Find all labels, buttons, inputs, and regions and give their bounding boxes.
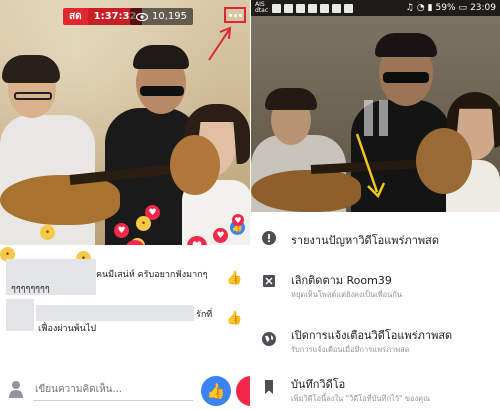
options-menu: รายงานปัญหาวิดีโอแพร่ภาพสด เลิกติดตาม Ro… — [251, 212, 500, 410]
options-screen: AIS dtac ♫ ◔ ▮ 59% ▭ 23:09 รายงานปัญหาวิ… — [251, 0, 500, 410]
reaction-wow-icon: • — [136, 216, 151, 231]
menu-item-unfollow[interactable]: เลิกติดตาม Room39 หยุดเห็นโพสต์แต่ยังคงเ… — [251, 262, 500, 310]
comment-composer: 👍 — [0, 370, 250, 410]
menu-item-save-video[interactable]: บันทึกวิดีโอ เพิ่มวิดีโอนี้ลงใน "วิดีโอท… — [251, 362, 500, 410]
menu-item-title: เลิกติดตาม Room39 — [291, 274, 392, 287]
paused-video-player[interactable]: AIS dtac ♫ ◔ ▮ 59% ▭ 23:09 — [251, 0, 500, 212]
comment-item: คนมีเสน่ห์ ครับอยากฟังมากๆ ๆๆๆๆๆๆๆๆ 👍 — [6, 259, 246, 299]
live-video-player[interactable]: สด 1:37:32 10,195 ♥ • ♥ • ♥ • ♥ ♥ 👍 ♥ — [0, 0, 250, 255]
facebook-notification-icon — [332, 3, 341, 13]
love-reaction-button[interactable] — [236, 376, 250, 406]
menu-item-live-notifications[interactable]: เปิดการแจ้งเตือนวิดีโอแพร่ภาพสด รับการแจ… — [251, 312, 500, 360]
redacted-comment-text — [36, 305, 194, 321]
live-label: สด — [69, 11, 82, 22]
facebook-notification-icon — [308, 3, 317, 13]
like-reaction-button[interactable]: 👍 — [201, 376, 231, 406]
clock: 23:09 — [470, 3, 496, 13]
reaction-heart-icon: ♥ — [232, 214, 244, 226]
facebook-notification-icon — [344, 3, 353, 13]
bookmark-icon — [265, 380, 273, 394]
globe-icon — [262, 332, 276, 346]
facebook-notification-icon — [320, 3, 329, 13]
battery-level: 59% — [435, 3, 456, 13]
notification-icon — [272, 3, 281, 13]
person-icon — [9, 381, 23, 398]
facebook-notification-icon — [284, 3, 293, 13]
more-dots-icon — [228, 13, 232, 17]
signal-icon: ▮ — [427, 3, 433, 13]
menu-item-title: เปิดการแจ้งเตือนวิดีโอแพร่ภาพสด — [291, 329, 453, 342]
comment-input[interactable] — [33, 379, 193, 401]
menu-item-subtitle: รับการแจ้งเตือนเมื่อมีการแพร่ภาพสด — [291, 345, 410, 354]
thumbs-up-icon: 👍 — [206, 382, 226, 400]
alert-icon — [262, 231, 276, 245]
menu-item-subtitle: เพิ่มวิดีโอนี้ลงใน "วิดีโอที่บันทึกไว้" … — [291, 394, 431, 403]
annotation-arrow-yellow — [355, 133, 386, 199]
menu-item-report[interactable]: รายงานปัญหาวิดีโอแพร่ภาพสด — [251, 214, 500, 262]
comment-text: รักที่ — [196, 310, 213, 320]
reaction-heart-icon: ♥ — [213, 228, 228, 243]
wifi-icon: ◔ — [416, 3, 425, 13]
facebook-notification-icon — [296, 3, 305, 13]
unfollow-icon — [263, 275, 275, 287]
menu-item-subtitle: หยุดเห็นโพสต์แต่ยังคงเป็นเพื่อนกัน — [291, 290, 402, 299]
viewer-count: 10,195 — [152, 11, 187, 22]
reaction-heart-icon: ♥ — [114, 223, 129, 238]
comment-like-icon[interactable]: 👍 — [226, 271, 242, 286]
eye-icon — [136, 12, 148, 21]
comment-text: คนมีเสน่ห์ ครับอยากฟังมากๆ — [96, 270, 208, 280]
annotation-arrow-red — [208, 26, 232, 61]
status-bar: AIS dtac ♫ ◔ ▮ 59% ▭ 23:09 — [251, 0, 500, 16]
reaction-wow-icon: • — [40, 225, 55, 240]
comment-text-line2: เฟื่องผ่านพ้นไป — [38, 324, 97, 334]
carrier-label: AIS dtac — [255, 1, 269, 14]
battery-icon: ▭ — [458, 3, 468, 13]
comment-list[interactable]: • • คนมีเสน่ห์ ครับอยากฟังมากๆ ๆๆๆๆๆๆๆๆ … — [0, 245, 250, 365]
comment-like-icon[interactable]: 👍 — [226, 311, 242, 326]
headphone-icon: ♫ — [405, 3, 414, 13]
more-options-button[interactable] — [224, 7, 246, 23]
menu-item-title: รายงานปัญหาวิดีโอแพร่ภาพสด — [291, 234, 440, 247]
viewer-count-badge: 10,195 — [130, 8, 193, 25]
live-video-screen: สด 1:37:32 10,195 ♥ • ♥ • ♥ • ♥ ♥ 👍 ♥ • — [0, 0, 250, 410]
redacted-commenter — [6, 299, 34, 331]
comment-item: รักที่ เฟื่องผ่านพ้นไป 👍 — [6, 299, 246, 339]
menu-item-title: บันทึกวิดีโอ — [291, 378, 346, 391]
comment-text-line2: ๆๆๆๆๆๆๆๆ — [11, 284, 50, 294]
